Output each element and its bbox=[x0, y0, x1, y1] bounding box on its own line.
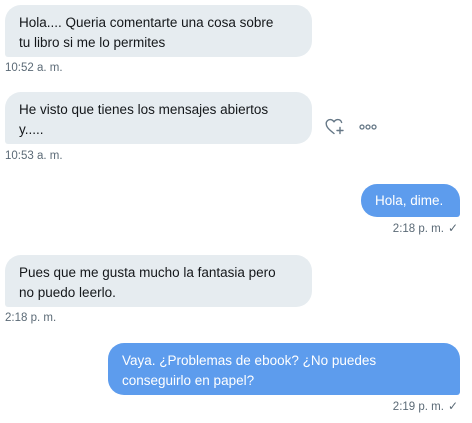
message-timestamp: 2:18 p. m. bbox=[5, 312, 57, 324]
message-timestamp: 2:18 p. m. ✓ bbox=[393, 221, 458, 236]
message-bubble-incoming[interactable]: Hola.... Queria comentarte una cosa sobr… bbox=[5, 5, 312, 57]
sent-check-icon: ✓ bbox=[447, 221, 458, 235]
heart-plus-icon[interactable] bbox=[325, 118, 345, 136]
message-timestamp: 2:19 p. m. ✓ bbox=[393, 399, 458, 414]
message-timestamp: 10:53 a. m. bbox=[5, 150, 63, 162]
message-bubble-outgoing[interactable]: Hola, dime. bbox=[361, 184, 460, 217]
timestamp-text: 2:18 p. m. bbox=[392, 223, 444, 235]
more-options-icon[interactable] bbox=[359, 124, 377, 130]
message-bubble-incoming[interactable]: He visto que tienes los mensajes abierto… bbox=[5, 92, 312, 144]
message-thread: Hola.... Queria comentarte una cosa sobr… bbox=[0, 0, 472, 423]
message-actions bbox=[325, 118, 377, 136]
timestamp-text: 2:19 p. m. bbox=[392, 401, 444, 413]
message-timestamp: 10:52 a. m. bbox=[5, 62, 63, 74]
message-bubble-incoming[interactable]: Pues que me gusta mucho la fantasia pero… bbox=[5, 255, 312, 307]
sent-check-icon: ✓ bbox=[447, 399, 458, 413]
message-bubble-outgoing[interactable]: Vaya. ¿Problemas de ebook? ¿No puedes co… bbox=[108, 343, 460, 395]
